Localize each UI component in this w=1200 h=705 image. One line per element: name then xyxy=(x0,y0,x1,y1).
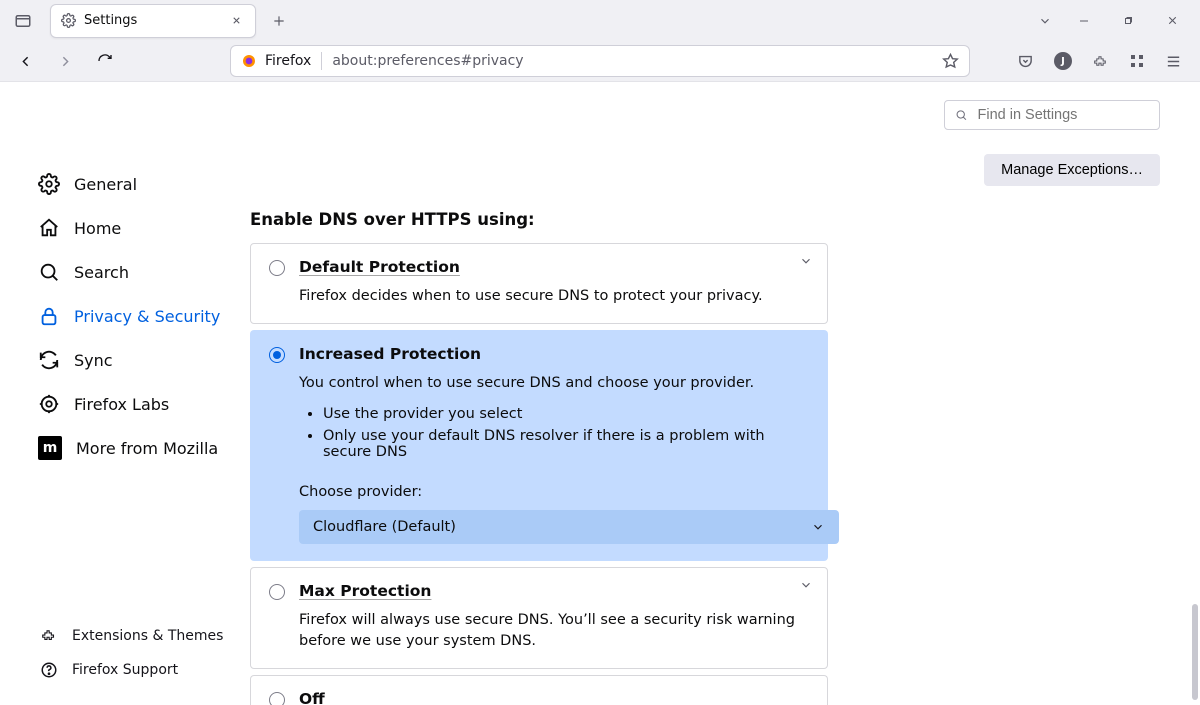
nav-toolbar: Firefox about:preferences#privacy J xyxy=(0,41,1200,82)
sidebar-item-label: More from Mozilla xyxy=(76,439,218,458)
dns-option-title: Increased Protection xyxy=(299,345,481,363)
dns-option-title: Off xyxy=(299,690,325,705)
site-identity[interactable]: Firefox xyxy=(241,53,311,69)
dns-option-title: Default Protection xyxy=(299,258,460,276)
sidebar-link-firefox-support[interactable]: Firefox Support xyxy=(40,653,223,687)
reload-button[interactable] xyxy=(90,46,120,76)
dns-option-desc: Firefox decides when to use secure DNS t… xyxy=(299,286,809,307)
back-button[interactable] xyxy=(10,46,40,76)
sidebar-item-firefox-labs[interactable]: Firefox Labs xyxy=(38,382,250,426)
sidebar-item-label: Home xyxy=(74,219,121,238)
dns-increased-bullets: Use the provider you select Only use you… xyxy=(305,406,809,460)
tab-actions-left xyxy=(0,6,46,36)
dns-option-desc: You control when to use secure DNS and c… xyxy=(299,373,809,394)
browser-tab-active[interactable]: Settings xyxy=(50,4,256,38)
content-scrollbar[interactable] xyxy=(1192,604,1198,700)
recent-pages-icon[interactable] xyxy=(8,6,38,36)
window-close-button[interactable] xyxy=(1162,11,1182,31)
manage-exceptions-button[interactable]: Manage Exceptions… xyxy=(984,154,1160,186)
dns-option-default[interactable]: Default Protection Firefox decides when … xyxy=(250,243,828,324)
extensions-icon[interactable] xyxy=(1092,53,1109,70)
firefox-logo-icon xyxy=(241,53,257,69)
window-minimize-button[interactable] xyxy=(1074,11,1094,31)
identity-label: Firefox xyxy=(265,53,311,69)
dns-bullet: Use the provider you select xyxy=(323,406,809,422)
settings-search-field[interactable] xyxy=(975,106,1149,124)
settings-sidebar: General Home Search Privacy & Security S… xyxy=(0,82,250,705)
radio-max[interactable] xyxy=(269,584,285,600)
sidebar-item-sync[interactable]: Sync xyxy=(38,338,250,382)
gear-icon xyxy=(61,13,76,28)
sidebar-link-extensions-themes[interactable]: Extensions & Themes xyxy=(40,619,223,653)
window-restore-button[interactable] xyxy=(1118,11,1138,31)
chevron-down-icon[interactable] xyxy=(799,254,813,268)
dns-option-off[interactable]: Off xyxy=(250,675,828,705)
pocket-icon[interactable] xyxy=(1017,53,1034,70)
chevron-down-icon xyxy=(811,520,825,534)
dns-option-desc: Firefox will always use secure DNS. You’… xyxy=(299,610,809,652)
sidebar-item-label: General xyxy=(74,175,137,194)
forward-button xyxy=(50,46,80,76)
close-tab-icon[interactable] xyxy=(227,12,245,30)
dns-option-max[interactable]: Max Protection Firefox will always use s… xyxy=(250,567,828,669)
dns-heading: Enable DNS over HTTPS using: xyxy=(250,210,828,229)
mozilla-logo-icon: m xyxy=(38,436,62,460)
sidebar-link-label: Extensions & Themes xyxy=(72,628,223,644)
account-button[interactable]: J xyxy=(1054,52,1072,70)
sidebar-link-label: Firefox Support xyxy=(72,662,178,678)
sidebar-item-more-mozilla[interactable]: m More from Mozilla xyxy=(38,426,250,470)
sidebar-item-label: Firefox Labs xyxy=(74,395,169,414)
window-controls xyxy=(1074,11,1200,31)
sidebar-item-label: Search xyxy=(74,263,129,282)
sidebar-item-search[interactable]: Search xyxy=(38,250,250,294)
dns-option-increased[interactable]: Increased Protection You control when to… xyxy=(250,330,828,561)
radio-off[interactable] xyxy=(269,692,285,705)
dns-provider-value: Cloudflare (Default) xyxy=(313,519,456,535)
toolbar-right: J xyxy=(1017,52,1190,70)
new-tab-button[interactable] xyxy=(264,6,294,36)
sidebar-item-label: Privacy & Security xyxy=(74,307,220,326)
sidebar-item-label: Sync xyxy=(74,351,113,370)
list-all-tabs-button[interactable] xyxy=(1030,6,1060,36)
dns-option-title: Max Protection xyxy=(299,582,431,600)
dns-provider-label: Choose provider: xyxy=(299,484,809,500)
app-menu-icon[interactable] xyxy=(1165,53,1182,70)
chevron-down-icon[interactable] xyxy=(799,578,813,592)
sidebar-item-privacy-security[interactable]: Privacy & Security xyxy=(38,294,250,338)
settings-content: Manage Exceptions… Enable DNS over HTTPS… xyxy=(250,82,1200,705)
tab-title: Settings xyxy=(84,13,219,28)
dns-provider-select[interactable]: Cloudflare (Default) xyxy=(299,510,839,544)
url-bar[interactable]: Firefox about:preferences#privacy xyxy=(230,45,970,77)
settings-search-input[interactable] xyxy=(944,100,1160,130)
sidebar-footer: Extensions & Themes Firefox Support xyxy=(40,619,223,687)
url-text: about:preferences#privacy xyxy=(332,53,932,69)
radio-increased[interactable] xyxy=(269,347,285,363)
bookmark-star-icon[interactable] xyxy=(942,53,959,70)
search-icon xyxy=(955,108,967,122)
apps-grid-icon[interactable] xyxy=(1129,53,1145,69)
settings-page: General Home Search Privacy & Security S… xyxy=(0,82,1200,705)
sidebar-item-general[interactable]: General xyxy=(38,162,250,206)
radio-default[interactable] xyxy=(269,260,285,276)
titlebar: Settings xyxy=(0,0,1200,41)
sidebar-item-home[interactable]: Home xyxy=(38,206,250,250)
dns-bullet: Only use your default DNS resolver if th… xyxy=(323,428,809,460)
urlbar-separator xyxy=(321,52,322,70)
